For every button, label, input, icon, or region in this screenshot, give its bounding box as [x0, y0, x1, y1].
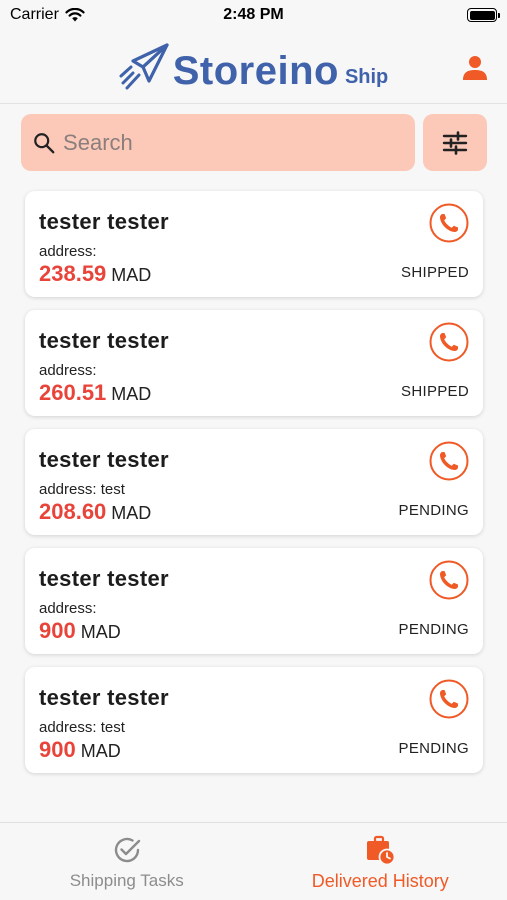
price-value: 238.59 — [39, 261, 107, 286]
price-value: 208.60 — [39, 499, 107, 524]
filter-button[interactable] — [423, 114, 487, 171]
carrier-label: Carrier — [10, 6, 59, 23]
phone-icon[interactable] — [429, 322, 469, 362]
customer-name: tester tester — [39, 209, 169, 234]
customer-name: tester tester — [39, 685, 169, 710]
order-status: PENDING — [398, 740, 469, 757]
price-value: 260.51 — [39, 380, 107, 405]
order-card[interactable]: tester tester address: test 208.60 MAD P… — [25, 429, 483, 535]
price-currency: MAD — [111, 503, 152, 523]
price-currency: MAD — [111, 384, 152, 404]
tab-label: Shipping Tasks — [69, 871, 184, 890]
order-card[interactable]: tester tester address: test 900 MAD PEND… — [25, 667, 483, 773]
price-currency: MAD — [111, 265, 152, 285]
tab-shipping-tasks[interactable]: Shipping Tasks — [0, 823, 254, 900]
customer-name: tester tester — [39, 328, 169, 353]
logo-text: Storeino — [172, 48, 339, 93]
storeino-logo: Storeino Ship — [119, 42, 389, 93]
battery-icon — [467, 8, 500, 22]
search-icon — [34, 132, 55, 153]
order-status: SHIPPED — [401, 383, 469, 400]
order-status: SHIPPED — [401, 264, 469, 281]
app-header: Storeino Ship — [0, 30, 507, 104]
phone-icon[interactable] — [429, 560, 469, 600]
tab-label: Delivered History — [311, 871, 449, 891]
sliders-icon — [442, 130, 468, 155]
status-left: Carrier — [10, 6, 85, 24]
orders-list: tester tester address: 238.59 MAD SHIPPE… — [0, 171, 507, 773]
search-box[interactable] — [21, 114, 415, 171]
check-circle-icon — [114, 837, 140, 863]
order-status: PENDING — [398, 502, 469, 519]
customer-address: address: test — [39, 719, 125, 736]
logo-subtext: Ship — [344, 65, 389, 88]
customer-name: tester tester — [39, 566, 169, 591]
customer-address: address: — [39, 362, 97, 379]
briefcase-clock-icon — [367, 835, 396, 865]
price-currency: MAD — [80, 741, 121, 761]
price-value: 900 — [39, 737, 76, 762]
phone-icon[interactable] — [429, 203, 469, 243]
order-card[interactable]: tester tester address: 900 MAD PENDING — [25, 548, 483, 654]
price-currency: MAD — [80, 622, 121, 642]
order-status: PENDING — [398, 621, 469, 638]
paper-plane-logo-icon — [119, 42, 169, 89]
status-bar: Carrier 2:48 PM — [0, 0, 507, 30]
search-row — [0, 104, 507, 171]
customer-address: address: — [39, 243, 97, 260]
search-input[interactable] — [63, 129, 403, 156]
wifi-icon — [65, 8, 85, 22]
price-value: 900 — [39, 618, 76, 643]
customer-address: address: test — [39, 481, 125, 498]
order-card[interactable]: tester tester address: 238.59 MAD SHIPPE… — [25, 191, 483, 297]
customer-name: tester tester — [39, 447, 169, 472]
customer-address: address: — [39, 600, 97, 617]
person-icon[interactable] — [461, 54, 489, 82]
tab-delivered-history[interactable]: Delivered History — [254, 823, 507, 900]
phone-icon[interactable] — [429, 441, 469, 481]
order-card[interactable]: tester tester address: 260.51 MAD SHIPPE… — [25, 310, 483, 416]
tab-bar: Shipping Tasks Delivered History — [0, 822, 507, 900]
phone-icon[interactable] — [429, 679, 469, 719]
